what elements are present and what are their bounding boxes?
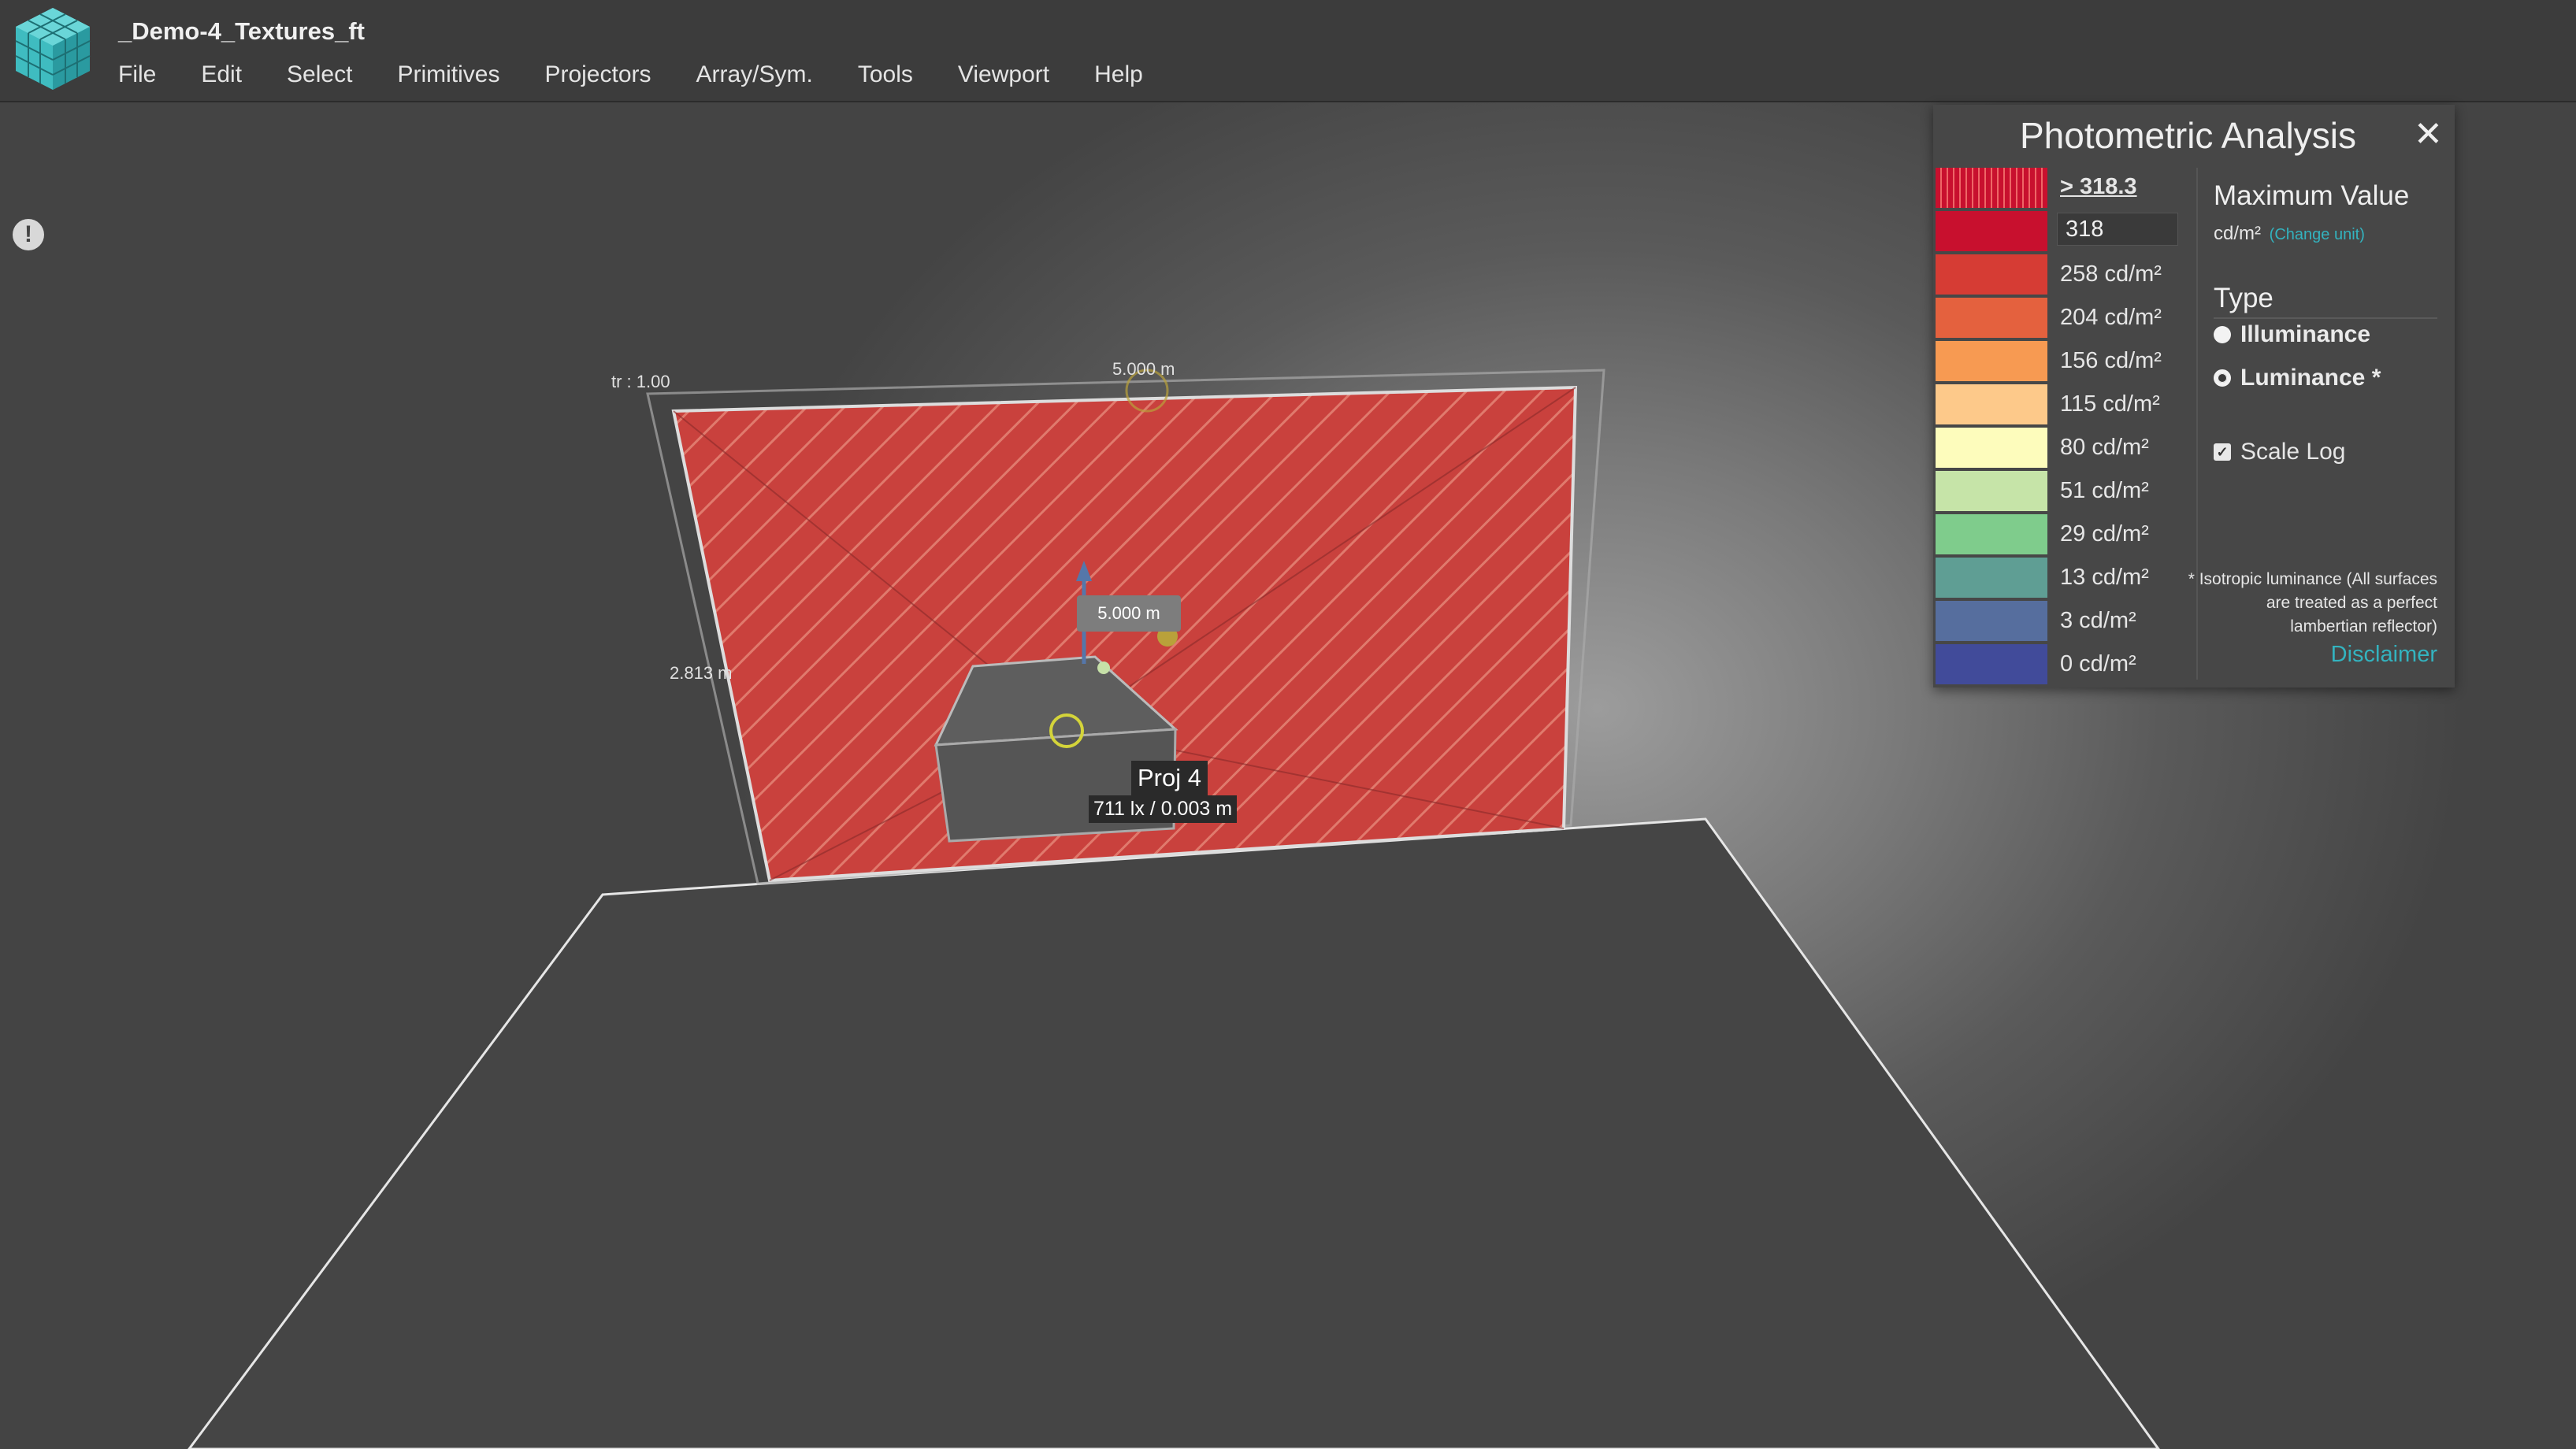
- menu-bar: File Edit Select Primitives Projectors A…: [118, 61, 1188, 88]
- menu-help[interactable]: Help: [1094, 61, 1143, 88]
- unit-row: cd/m² (Change unit): [2214, 223, 2365, 245]
- legend-swatch: [1936, 514, 2047, 554]
- radio-button-checked[interactable]: [2214, 369, 2231, 387]
- legend-swatch: [1936, 211, 2047, 251]
- checkmark-icon[interactable]: ✓: [2214, 443, 2231, 461]
- radio-luminance[interactable]: Luminance *: [2214, 365, 2381, 391]
- projector-measure-label: 711 lx / 0.003 m: [1089, 795, 1238, 823]
- menu-tools[interactable]: Tools: [858, 61, 913, 88]
- max-value-title: Maximum Value: [2214, 180, 2410, 211]
- legend-swatch: [1936, 558, 2047, 598]
- legend-label: 156 cd/m²: [2060, 348, 2162, 373]
- exclamation-icon[interactable]: !: [13, 219, 44, 250]
- legend-swatch-overflow: [1936, 168, 2047, 208]
- unit-label: cd/m²: [2214, 223, 2261, 244]
- side-dimension-label: 2.813 m: [670, 663, 733, 683]
- legend-swatch: [1936, 254, 2047, 295]
- radio-label: Luminance *: [2240, 365, 2381, 391]
- radio-label: Illuminance: [2240, 321, 2371, 347]
- top-bar: _Demo-4_Textures_ft File Edit Select Pri…: [0, 0, 2576, 102]
- scale-log-checkbox[interactable]: ✓ Scale Log: [2214, 439, 2345, 465]
- legend-label: 51 cd/m²: [2060, 478, 2149, 503]
- legend-swatch: [1936, 298, 2047, 338]
- menu-select[interactable]: Select: [287, 61, 352, 88]
- menu-file[interactable]: File: [118, 61, 156, 88]
- projector-name-label[interactable]: Proj 4: [1131, 761, 1208, 795]
- legend-label: 204 cd/m²: [2060, 305, 2162, 330]
- menu-viewport[interactable]: Viewport: [958, 61, 1049, 88]
- legend-label: 3 cd/m²: [2060, 608, 2136, 633]
- disclaimer-link[interactable]: Disclaimer: [2331, 642, 2437, 668]
- change-unit-link[interactable]: (Change unit): [2270, 226, 2365, 243]
- type-title: Type: [2214, 283, 2437, 319]
- isotropic-note: * Isotropic luminance (All surfaces are …: [2188, 570, 2437, 636]
- legend-label: 115 cd/m²: [2060, 391, 2160, 417]
- menu-edit[interactable]: Edit: [201, 61, 242, 88]
- top-dimension-label: 5.000 m: [1112, 359, 1175, 379]
- menu-array-sym[interactable]: Array/Sym.: [696, 61, 813, 88]
- max-value-link[interactable]: > 318.3: [2060, 174, 2137, 199]
- scale-label: tr : 1.00: [611, 372, 670, 391]
- legend-label: 13 cd/m²: [2060, 565, 2149, 590]
- scale-log-label: Scale Log: [2240, 439, 2346, 465]
- legend-swatch: [1936, 341, 2047, 381]
- app-logo: [15, 8, 91, 90]
- legend-label: 29 cd/m²: [2060, 521, 2149, 547]
- legend-label: 0 cd/m²: [2060, 651, 2136, 676]
- radio-button[interactable]: [2214, 326, 2231, 343]
- radio-illuminance[interactable]: Illuminance: [2214, 321, 2370, 348]
- legend-swatch: [1936, 471, 2047, 511]
- legend-swatch: [1936, 644, 2047, 684]
- dimension-badge[interactable]: 5.000 m: [1077, 595, 1181, 632]
- legend-label: 80 cd/m²: [2060, 435, 2149, 460]
- menu-projectors[interactable]: Projectors: [544, 61, 651, 88]
- legend-label: 258 cd/m²: [2060, 261, 2162, 287]
- gizmo-point[interactable]: [1097, 662, 1110, 674]
- panel-title: Photometric Analysis: [2020, 115, 2356, 156]
- legend-swatch: [1936, 428, 2047, 468]
- menu-primitives[interactable]: Primitives: [397, 61, 499, 88]
- photometric-analysis-panel: Photometric Analysis ✕ > 318.3 258 cd/m²…: [1933, 105, 2455, 687]
- document-title: _Demo-4_Textures_ft: [118, 17, 365, 45]
- close-icon[interactable]: ✕: [2414, 114, 2443, 154]
- legend-swatch: [1936, 601, 2047, 641]
- max-value-input[interactable]: [2057, 213, 2178, 246]
- legend-swatch: [1936, 384, 2047, 424]
- floor-plane[interactable]: [187, 817, 2160, 1449]
